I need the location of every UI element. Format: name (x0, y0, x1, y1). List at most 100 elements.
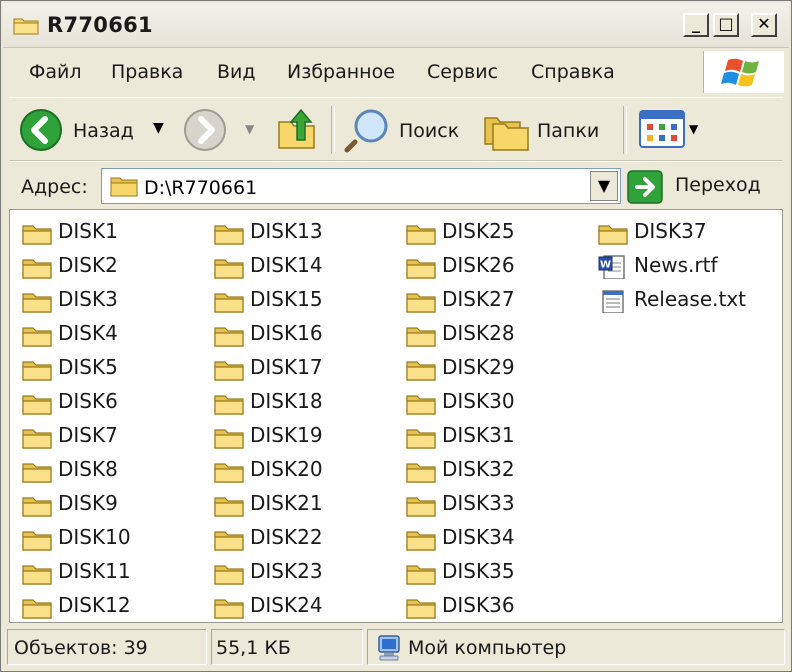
go-button[interactable]: Переход (627, 168, 779, 204)
views-icon[interactable] (639, 110, 685, 148)
file-list: DISK1 DISK2 DISK3 DISK4 DISK5 DISK6 DISK7 DISK8… (9, 209, 783, 623)
folder-icon (22, 327, 52, 347)
folder-icon (22, 429, 52, 449)
folder-icon (406, 293, 436, 313)
folder-icon (406, 259, 436, 279)
file-name: DISK6 (58, 389, 118, 413)
minimize-button[interactable]: _ (683, 13, 709, 37)
folder-icon (13, 18, 39, 35)
up-folder-icon[interactable] (275, 106, 319, 152)
folders-icon[interactable] (483, 108, 531, 152)
forward-arrow-icon[interactable] (183, 108, 227, 152)
windows-logo (703, 51, 784, 93)
file-name: DISK37 (634, 219, 707, 243)
address-value: D:\R770661 (144, 177, 258, 199)
folder-icon (214, 327, 244, 347)
folder-icon (22, 361, 52, 381)
folder-icon (214, 293, 244, 313)
address-dropdown-icon[interactable]: ▼ (590, 171, 618, 201)
file-name: DISK35 (442, 559, 515, 583)
file-name: DISK24 (250, 593, 323, 617)
folders-button-label[interactable]: Папки (537, 120, 599, 142)
folder-icon (214, 463, 244, 483)
title-bar[interactable]: R770661 _ □ ✕ (3, 3, 789, 48)
folder-icon (598, 225, 628, 245)
back-arrow-icon[interactable] (19, 108, 63, 152)
folder-icon (214, 599, 244, 619)
folder-icon (214, 259, 244, 279)
go-arrow-icon (627, 170, 663, 204)
folder-icon (406, 429, 436, 449)
menu-help[interactable]: Справка (531, 61, 615, 83)
file-name: DISK17 (250, 355, 323, 379)
go-button-label: Переход (675, 174, 761, 196)
search-icon[interactable] (343, 106, 391, 154)
status-size-panel: 55,1 КБ (211, 629, 363, 665)
file-name: DISK22 (250, 525, 323, 549)
folder-icon (214, 497, 244, 517)
folder-icon (22, 531, 52, 551)
file-name: DISK26 (442, 253, 515, 277)
folder-icon (22, 599, 52, 619)
menu-tools[interactable]: Сервис (427, 61, 498, 83)
status-objects-panel: Объектов: 39 (7, 629, 207, 665)
search-button-label[interactable]: Поиск (399, 120, 459, 142)
address-label: Адрес: (21, 176, 88, 198)
toolbar: Назад ▼ ▼ Поиск Папки ▼ (9, 97, 783, 161)
file-name: DISK14 (250, 253, 323, 277)
file-name: DISK27 (442, 287, 515, 311)
folder-icon (214, 565, 244, 585)
menu-file[interactable]: Файл (29, 61, 82, 83)
folder-icon (406, 395, 436, 415)
back-dropdown-icon[interactable]: ▼ (153, 120, 164, 136)
folder-icon (22, 565, 52, 585)
file-name: DISK12 (58, 593, 131, 617)
maximize-button[interactable]: □ (713, 13, 739, 37)
folder-icon (214, 361, 244, 381)
file-name: DISK36 (442, 593, 515, 617)
folder-icon (406, 531, 436, 551)
menu-bar: Файл Правка Вид Избранное Сервис Справка (9, 49, 699, 93)
address-bar: Адрес: D:\R770661 ▼ Переход (9, 161, 783, 210)
file-name: DISK19 (250, 423, 323, 447)
explorer-window: R770661 _ □ ✕ Файл Правка Вид Избранное … (0, 0, 792, 672)
folder-icon (22, 395, 52, 415)
file-name: DISK4 (58, 321, 118, 345)
folder-icon (406, 327, 436, 347)
file-name: DISK31 (442, 423, 515, 447)
file-name: DISK23 (250, 559, 323, 583)
file-name: DISK11 (58, 559, 131, 583)
file-name: DISK9 (58, 491, 118, 515)
text-document-icon (602, 290, 624, 313)
folder-icon (214, 225, 244, 245)
file-name: DISK3 (58, 287, 118, 311)
folder-icon (406, 361, 436, 381)
file-name: DISK32 (442, 457, 515, 481)
menu-view[interactable]: Вид (217, 61, 256, 83)
forward-dropdown-icon[interactable]: ▼ (245, 122, 254, 136)
folder-icon (214, 429, 244, 449)
views-dropdown-icon[interactable]: ▼ (689, 122, 698, 136)
folder-icon (406, 497, 436, 517)
file-name: Release.txt (634, 287, 747, 311)
windows-flag-icon (721, 58, 759, 87)
folder-icon (22, 463, 52, 483)
word-document-icon: W (598, 255, 625, 279)
status-location-panel: Мой компьютер (367, 629, 785, 665)
file-name: DISK25 (442, 219, 515, 243)
file-name: DISK13 (250, 219, 323, 243)
file-name: DISK33 (442, 491, 515, 515)
folder-icon (214, 531, 244, 551)
back-button-label[interactable]: Назад (73, 120, 134, 142)
file-name: DISK1 (58, 219, 118, 243)
file-name: DISK16 (250, 321, 323, 345)
address-input[interactable]: D:\R770661 ▼ (101, 168, 621, 204)
menu-favorites[interactable]: Избранное (287, 61, 395, 83)
file-name: DISK28 (442, 321, 515, 345)
close-button[interactable]: ✕ (751, 13, 777, 37)
toolbar-separator (331, 106, 335, 154)
file-name: DISK15 (250, 287, 323, 311)
folder-icon (406, 565, 436, 585)
menu-edit[interactable]: Правка (111, 61, 183, 83)
status-size: 55,1 КБ (216, 637, 291, 659)
